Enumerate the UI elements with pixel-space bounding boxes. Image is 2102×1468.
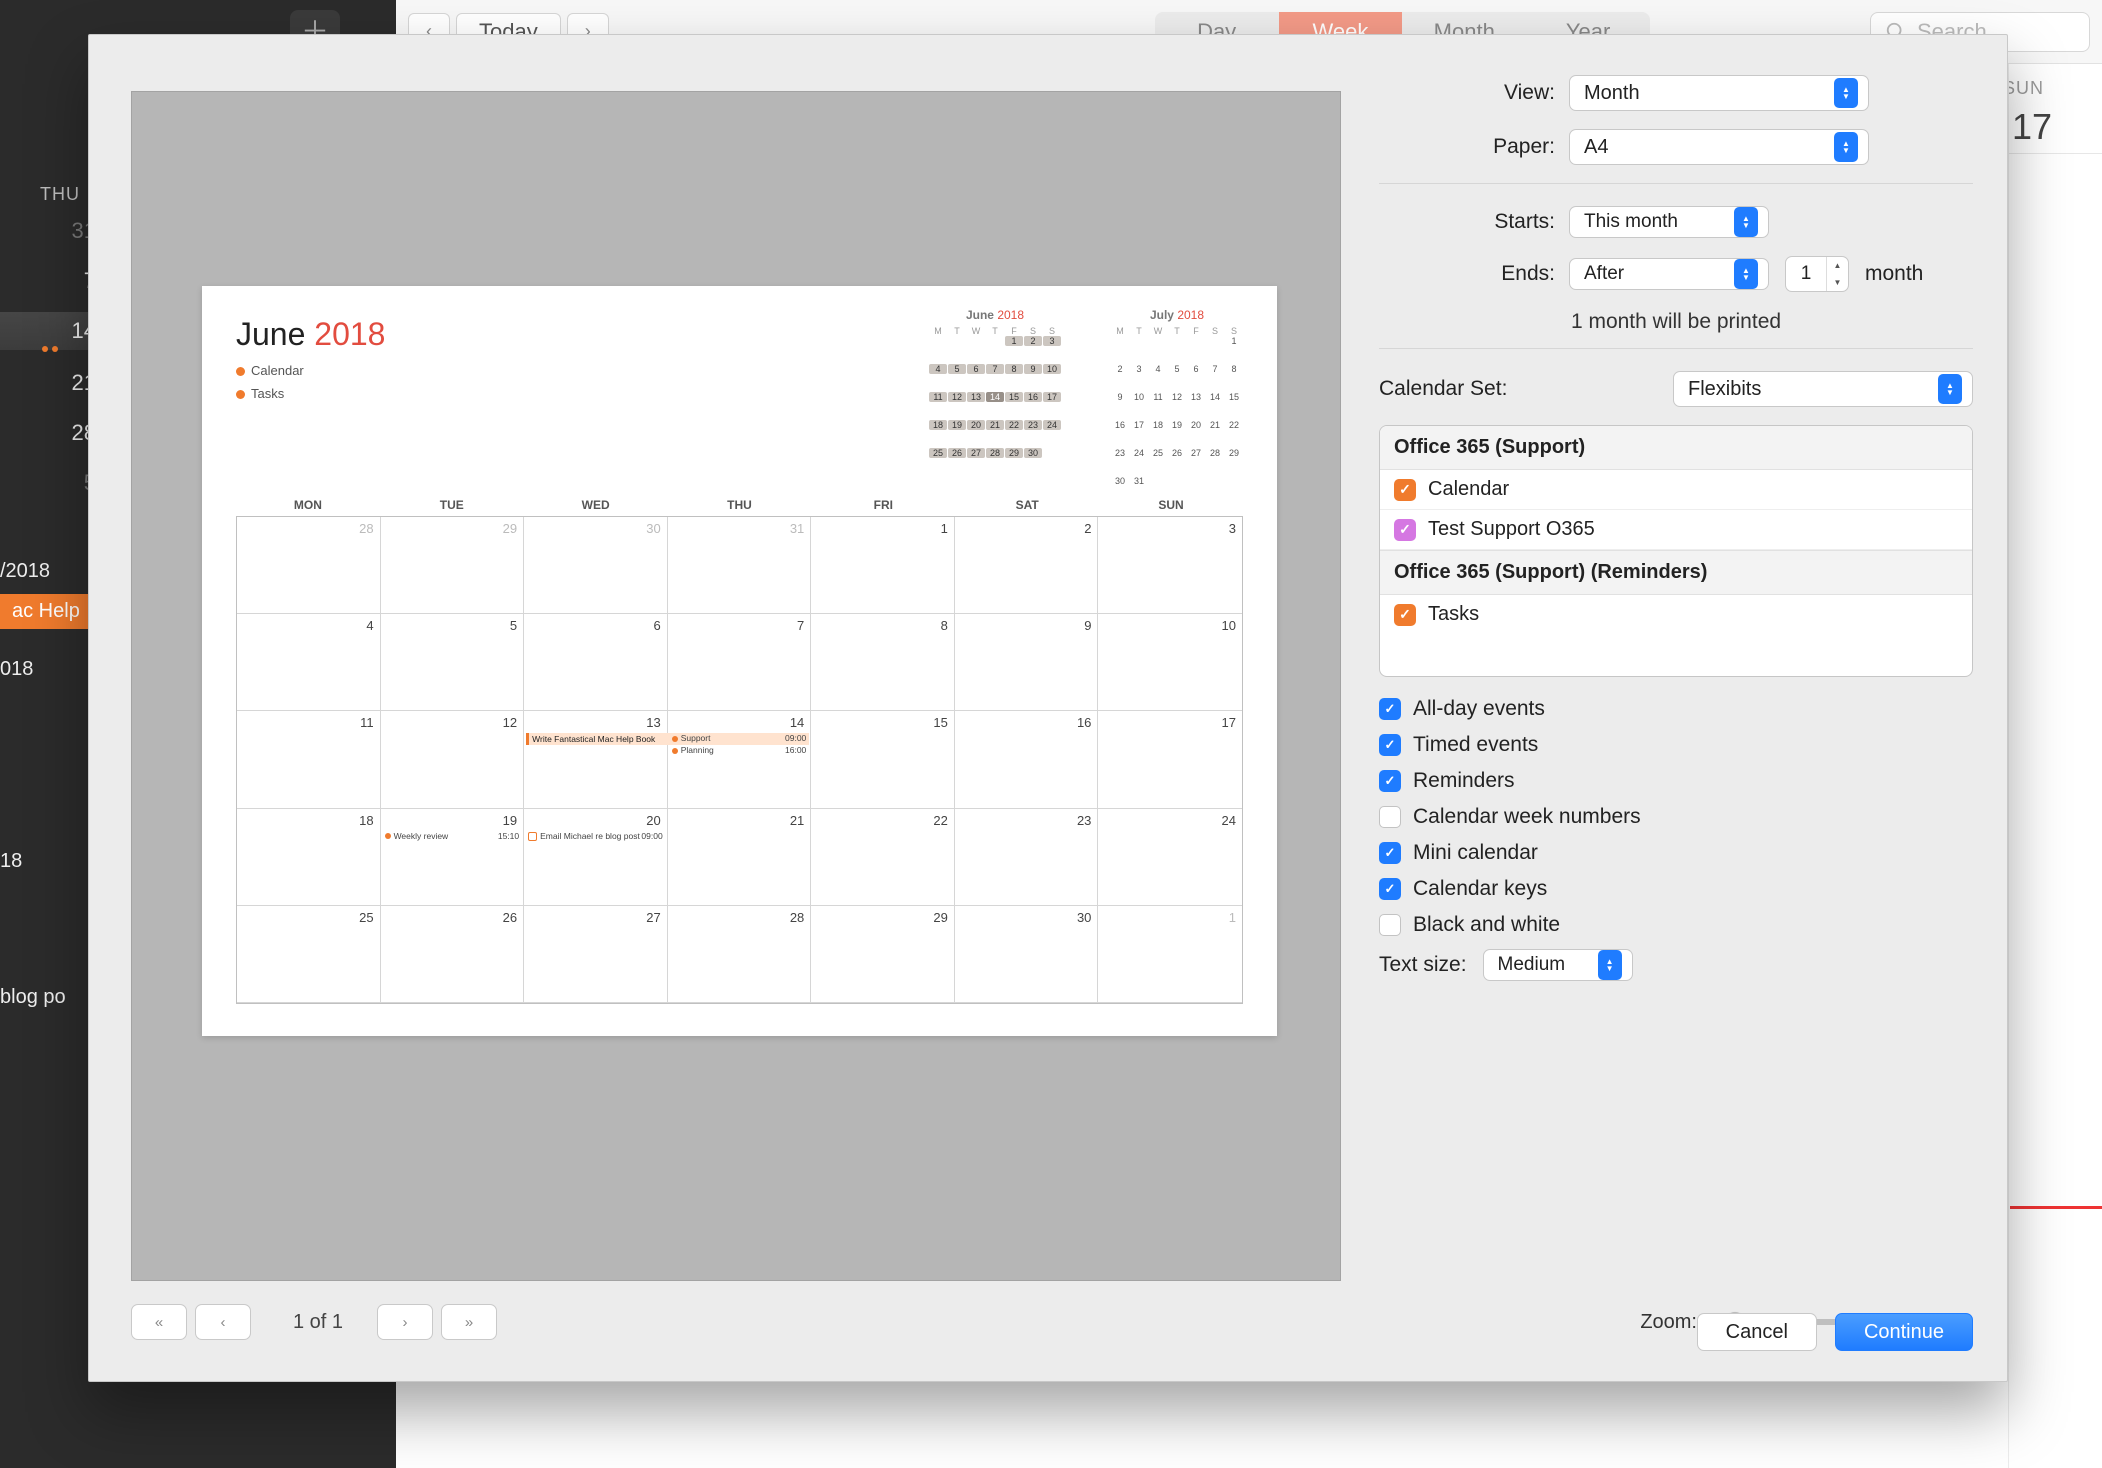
mini-day[interactable]: 7: [36, 268, 96, 294]
mini-calendars: June 2018 MTWTFSS 123 45678910 111213141…: [929, 308, 1243, 504]
next-page-button[interactable]: ›: [377, 1304, 433, 1340]
mini-cal-july: July 2018 MTWTFSS 1 2345678 910111213141…: [1111, 308, 1243, 504]
event-dot: Planning: [672, 745, 714, 755]
print-hint: 1 month will be printed: [1379, 310, 1973, 334]
chevron-updown-icon: ▲▼: [1598, 950, 1622, 980]
textsize-label: Text size:: [1379, 953, 1467, 977]
checkbox[interactable]: ✓: [1379, 770, 1401, 792]
continue-button[interactable]: Continue: [1835, 1313, 1973, 1351]
chevron-updown-icon: ▲▼: [1734, 207, 1758, 237]
preview-month: June: [236, 316, 305, 352]
page-indicator: 1 of 1: [293, 1311, 343, 1334]
option-label: Timed events: [1413, 733, 1538, 757]
chevron-updown-icon: ▲▼: [1834, 132, 1858, 162]
checkbox[interactable]: ✓: [1379, 878, 1401, 900]
calendar-group-header: Office 365 (Support) (Reminders): [1380, 550, 1972, 595]
stepper-value: 1: [1786, 263, 1826, 285]
print-preview-pane: June 2018 Calendar Tasks June 2018 MTWTF…: [131, 91, 1341, 1281]
checkbox[interactable]: ✓: [1379, 698, 1401, 720]
sidebar-event[interactable]: ac Help: [0, 594, 92, 629]
sidebar-text: 18: [0, 850, 22, 873]
sidebar-text: blog po: [0, 986, 66, 1009]
calendar-item[interactable]: ✓ Test Support O365: [1380, 510, 1972, 550]
chevron-updown-icon: ▲▼: [1734, 259, 1758, 289]
calendar-item[interactable]: ✓ Tasks: [1380, 595, 1972, 634]
mini-day[interactable]: 14: [36, 318, 96, 344]
print-settings: View: Month ▲▼ Paper: A4 ▲▼ Starts: This…: [1379, 75, 1973, 1351]
select-value: After: [1584, 263, 1624, 285]
prev-page-button[interactable]: ‹: [195, 1304, 251, 1340]
checkbox[interactable]: [1379, 806, 1401, 828]
option-label: Calendar keys: [1413, 877, 1547, 901]
sidebar-text: /2018: [0, 560, 50, 583]
event-dots: [42, 346, 58, 352]
option-label: Calendar week numbers: [1413, 805, 1641, 829]
calendar-list[interactable]: Office 365 (Support) ✓ Calendar ✓ Test S…: [1379, 425, 1973, 677]
event-dot: Weekly review: [385, 831, 449, 841]
calendar-item-label: Tasks: [1428, 603, 1479, 626]
option-label: Mini calendar: [1413, 841, 1538, 865]
calendar-set-label: Calendar Set:: [1379, 377, 1527, 401]
ends-select[interactable]: After ▲▼: [1569, 258, 1769, 290]
checkbox-icon[interactable]: ✓: [1394, 519, 1416, 541]
paper-select[interactable]: A4 ▲▼: [1569, 129, 1869, 165]
mini-day[interactable]: 31: [36, 218, 96, 244]
option-label: Black and white: [1413, 913, 1560, 937]
print-options: ✓ All-day events ✓ Timed events ✓ Reminders…: [1379, 697, 1973, 937]
option-label: All-day events: [1413, 697, 1545, 721]
checkbox-icon[interactable]: ✓: [1394, 479, 1416, 501]
calendar-set-select[interactable]: Flexibits ▲▼: [1673, 371, 1973, 407]
select-value: Flexibits: [1688, 378, 1761, 401]
starts-select[interactable]: This month ▲▼: [1569, 206, 1769, 238]
mini-cal-june: June 2018 MTWTFSS 123 45678910 111213141…: [929, 308, 1061, 504]
mini-day[interactable]: 28: [36, 420, 96, 446]
stepper-arrows[interactable]: ▲▼: [1826, 257, 1848, 291]
reminder-item: Email Michael re blog post: [528, 831, 640, 841]
mini-day[interactable]: 21: [36, 370, 96, 396]
checkbox[interactable]: [1379, 914, 1401, 936]
chevron-updown-icon: ▲▼: [1834, 78, 1858, 108]
calendar-item-label: Calendar: [1428, 478, 1509, 501]
grid-line: [2008, 64, 2009, 1468]
calendar-group-header: Office 365 (Support): [1380, 426, 1972, 470]
key-item: Calendar: [251, 363, 304, 378]
paper-label: Paper:: [1379, 135, 1569, 159]
divider: [1379, 183, 1973, 184]
weekday-number: 17: [2012, 106, 2052, 148]
mini-weekday-label: THU: [40, 184, 80, 205]
checkbox[interactable]: ✓: [1379, 734, 1401, 756]
mini-day[interactable]: 5: [36, 470, 96, 496]
weekday-label: SUN: [2003, 78, 2044, 99]
select-value: This month: [1584, 211, 1678, 233]
preview-year: 2018: [314, 316, 385, 352]
event-dot: Support: [672, 733, 711, 743]
ends-label: Ends:: [1379, 262, 1569, 286]
divider: [1379, 348, 1973, 349]
month-count-stepper[interactable]: 1 ▲▼: [1785, 256, 1849, 292]
calendar-item-label: Test Support O365: [1428, 518, 1595, 541]
sidebar-text: 018: [0, 658, 33, 681]
chevron-updown-icon: ▲▼: [1938, 374, 1962, 404]
print-preview-page: June 2018 Calendar Tasks June 2018 MTWTF…: [202, 286, 1277, 1036]
option-label: Reminders: [1413, 769, 1515, 793]
unit-label: month: [1865, 262, 1923, 286]
select-value: Month: [1584, 82, 1640, 105]
last-page-button[interactable]: »: [441, 1304, 497, 1340]
preview-month-grid: MONTUE WEDTHU FRISAT SUN 28 29 30 31 1 2…: [236, 498, 1243, 1006]
textsize-select[interactable]: Medium ▲▼: [1483, 949, 1633, 981]
current-time-line: [2010, 1206, 2102, 1209]
checkbox[interactable]: ✓: [1379, 842, 1401, 864]
print-dialog: June 2018 Calendar Tasks June 2018 MTWTF…: [88, 34, 2008, 1382]
cancel-button[interactable]: Cancel: [1697, 1313, 1817, 1351]
checkbox-icon[interactable]: ✓: [1394, 604, 1416, 626]
starts-label: Starts:: [1379, 210, 1569, 234]
calendar-item[interactable]: ✓ Calendar: [1380, 470, 1972, 510]
view-label: View:: [1379, 81, 1569, 105]
select-value: A4: [1584, 136, 1608, 159]
first-page-button[interactable]: «: [131, 1304, 187, 1340]
select-value: Medium: [1498, 954, 1566, 976]
view-select[interactable]: Month ▲▼: [1569, 75, 1869, 111]
key-item: Tasks: [251, 386, 284, 401]
